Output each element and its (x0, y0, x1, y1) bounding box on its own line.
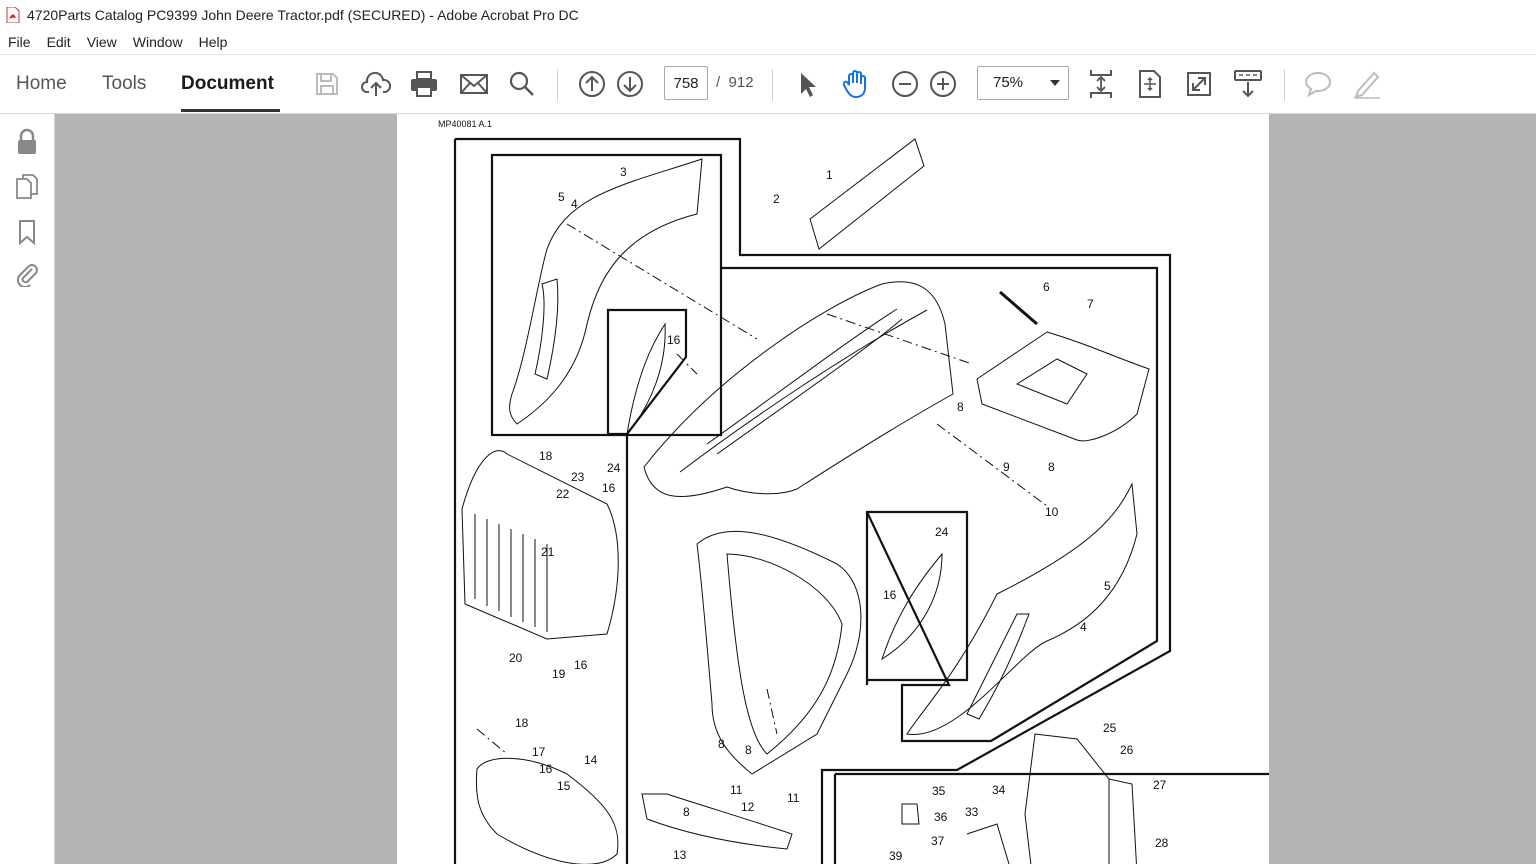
email-icon[interactable] (457, 67, 491, 101)
document-view[interactable]: MP40081 A.1 1 2 3 4 5 16 24 6 7 8 9 8 10… (55, 114, 1536, 864)
chevron-down-icon (1050, 80, 1060, 86)
callout-11b: 11 (787, 791, 800, 805)
callout-4b: 4 (1080, 620, 1087, 634)
callout-27: 27 (1153, 778, 1167, 792)
callout-35: 35 (932, 784, 946, 798)
callout-7: 7 (1087, 297, 1094, 311)
bookmark-icon[interactable] (13, 218, 41, 246)
callout-16: 16 (667, 333, 681, 347)
page-total-value: 912 (728, 74, 754, 91)
page-separator: / (716, 74, 721, 91)
attachment-icon[interactable] (13, 260, 41, 288)
menu-file[interactable]: File (0, 34, 39, 50)
window-title: 4720Parts Catalog PC9399 John Deere Trac… (27, 7, 579, 23)
callout-9: 9 (1003, 460, 1010, 474)
toolbar: Home Tools Document 758 / 912 75% (0, 55, 1536, 114)
callout-2: 2 (773, 192, 780, 206)
callout-15: 15 (557, 779, 571, 793)
callout-28: 28 (1155, 836, 1169, 850)
callout-8: 8 (957, 400, 964, 414)
toolbar-separator (1284, 69, 1285, 101)
menu-view[interactable]: View (79, 34, 125, 50)
title-bar: 4720Parts Catalog PC9399 John Deere Trac… (0, 0, 1536, 30)
toolbar-separator (557, 69, 558, 101)
parts-diagram: 1 2 3 4 5 16 24 6 7 8 9 8 10 5 4 24 16 1… (453, 137, 1269, 864)
callout-37: 37 (931, 834, 945, 848)
toolbar-separator (772, 69, 773, 101)
callout-19: 19 (552, 667, 566, 681)
callout-16e: 16 (539, 762, 553, 776)
callout-8c: 8 (718, 737, 725, 751)
callout-17: 17 (532, 745, 546, 759)
menu-window[interactable]: Window (125, 34, 191, 50)
print-icon[interactable] (407, 67, 441, 101)
callout-8e: 8 (683, 805, 690, 819)
tab-tools[interactable]: Tools (102, 73, 146, 95)
callout-1: 1 (826, 168, 833, 182)
callout-16d: 16 (574, 658, 588, 672)
callout-16c: 16 (602, 481, 616, 495)
callout-16b: 16 (883, 588, 897, 602)
callout-10: 10 (1045, 505, 1059, 519)
callout-8b: 8 (1048, 460, 1055, 474)
callout-6: 6 (1043, 280, 1050, 294)
page-total: / 912 (716, 74, 754, 91)
comment-icon[interactable] (1301, 67, 1335, 101)
active-tab-indicator (181, 109, 280, 112)
pdf-page: MP40081 A.1 1 2 3 4 5 16 24 6 7 8 9 8 10… (397, 114, 1269, 864)
callout-3: 3 (620, 165, 627, 179)
callout-8d: 8 (745, 743, 752, 757)
pdf-file-icon (6, 6, 20, 24)
callout-39: 39 (889, 849, 903, 863)
cloud-upload-icon[interactable] (359, 67, 393, 101)
left-navigation-panel (0, 114, 66, 864)
callout-4: 4 (571, 197, 578, 211)
zoom-value: 75% (993, 74, 1024, 91)
callout-20: 20 (509, 651, 523, 665)
full-screen-icon[interactable] (1182, 67, 1216, 101)
callout-34: 34 (992, 783, 1006, 797)
zoom-in-icon[interactable] (926, 67, 960, 101)
next-page-icon[interactable] (613, 67, 647, 101)
fit-page-icon[interactable] (1133, 67, 1167, 101)
callout-18b: 18 (515, 716, 529, 730)
callout-12: 12 (741, 800, 755, 814)
tab-document[interactable]: Document (181, 73, 274, 95)
callout-33: 33 (965, 805, 979, 819)
zoom-select[interactable]: 75% (977, 66, 1069, 100)
callout-5b: 5 (1104, 579, 1111, 593)
hand-tool-icon[interactable] (839, 67, 873, 101)
menu-edit[interactable]: Edit (39, 34, 79, 50)
zoom-out-icon[interactable] (888, 67, 922, 101)
save-icon[interactable] (310, 67, 344, 101)
callout-26: 26 (1120, 743, 1134, 757)
callout-labels: 1 2 3 4 5 16 24 6 7 8 9 8 10 5 4 24 16 1… (509, 165, 1169, 863)
search-icon[interactable] (505, 67, 539, 101)
read-mode-icon[interactable] (1231, 67, 1265, 101)
callout-13: 13 (673, 848, 687, 862)
tab-home[interactable]: Home (16, 73, 67, 95)
callout-11: 11 (730, 783, 743, 797)
menu-help[interactable]: Help (191, 34, 236, 50)
scroll-mode-icon[interactable] (1084, 67, 1118, 101)
callout-25: 25 (1103, 721, 1117, 735)
page-number-input[interactable]: 758 (664, 66, 708, 100)
lock-icon[interactable] (13, 128, 41, 156)
callout-5: 5 (558, 190, 565, 204)
callout-23: 23 (571, 470, 585, 484)
previous-page-icon[interactable] (575, 67, 609, 101)
callout-24: 24 (607, 461, 621, 475)
pages-icon[interactable] (13, 172, 41, 200)
menu-bar: File Edit View Window Help (0, 30, 1536, 55)
callout-14: 14 (584, 753, 598, 767)
callout-36: 36 (934, 810, 948, 824)
callout-18: 18 (539, 449, 553, 463)
callout-22: 22 (556, 487, 570, 501)
callout-24b: 24 (935, 525, 949, 539)
select-cursor-icon[interactable] (790, 67, 824, 101)
callout-21: 21 (541, 545, 555, 559)
sign-icon[interactable] (1350, 67, 1384, 101)
